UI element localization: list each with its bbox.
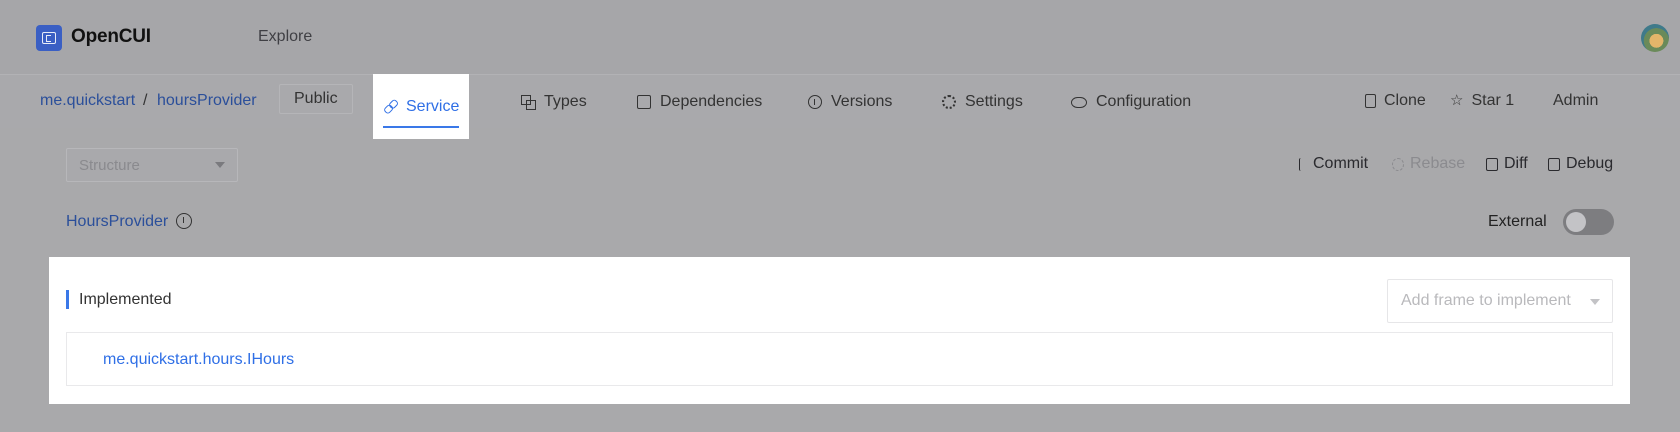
diff-button[interactable]: Diff [1486,155,1528,173]
tab-versions[interactable]: Versions [808,75,892,129]
sync-icon [1392,157,1404,171]
admin-link[interactable]: Admin [1553,92,1598,110]
rebase-label: Rebase [1410,155,1466,172]
star-button[interactable]: ☆ Star 1 [1450,92,1514,110]
info-icon [808,95,822,109]
add-frame-placeholder: Add frame to implement [1401,292,1571,309]
info-icon[interactable] [176,213,192,229]
tab-types[interactable]: Types [521,75,587,129]
tab-settings[interactable]: Settings [942,75,1023,129]
project-nav: me.quickstart / hoursProvider Public Ser… [0,74,1680,139]
clone-button[interactable]: Clone [1365,92,1426,110]
chevron-down-icon [215,162,225,168]
external-label: External [1488,213,1547,230]
diff-label: Diff [1504,155,1528,172]
implemented-frame-link[interactable]: me.quickstart.hours.IHours [103,351,294,369]
star-label: Star 1 [1471,92,1515,109]
breadcrumb-org[interactable]: me.quickstart [40,92,135,110]
tab-configuration[interactable]: Configuration [1071,75,1191,129]
debug-icon [1548,157,1560,171]
service-title[interactable]: HoursProvider [66,213,168,231]
eye-icon [1071,96,1087,108]
explore-link[interactable]: Explore [258,28,312,46]
link-icon [380,97,400,117]
document-icon [637,95,651,109]
implemented-title: Implemented [79,291,172,308]
debug-button[interactable]: Debug [1548,155,1613,173]
gear-icon [942,95,956,109]
user-avatar[interactable] [1641,24,1669,52]
clone-label: Clone [1384,92,1426,109]
opencui-logo-icon[interactable] [36,25,62,51]
structure-select-value: Structure [79,157,140,174]
external-toggle[interactable] [1563,209,1614,235]
visibility-badge: Public [279,84,353,114]
app-name[interactable]: OpenCUI [71,26,151,48]
tab-versions-label: Versions [831,93,893,110]
commit-button[interactable]: Commit [1299,155,1368,173]
tab-configuration-label: Configuration [1096,93,1192,110]
add-frame-select[interactable]: Add frame to implement [1387,279,1613,323]
commit-label: Commit [1313,155,1369,172]
structure-select[interactable]: Structure [66,148,238,182]
tab-dependencies[interactable]: Dependencies [637,75,762,129]
section-accent-bar [66,290,69,309]
top-header: OpenCUI Explore [0,0,1680,74]
list-item: me.quickstart.hours.IHours [66,332,1613,386]
types-icon [521,95,536,110]
branch-icon [1299,157,1307,171]
rebase-button[interactable]: Rebase [1392,155,1465,173]
breadcrumb-separator: / [143,92,148,109]
implemented-panel: Implemented Add frame to implement me.qu… [49,257,1630,404]
debug-label: Debug [1566,155,1614,172]
tab-dependencies-label: Dependencies [660,93,763,110]
tab-settings-label: Settings [965,93,1023,110]
tab-service-label: Service [406,97,460,115]
admin-label: Admin [1553,92,1599,109]
tab-types-label: Types [544,93,587,110]
diff-icon [1486,157,1498,171]
copy-icon [1365,94,1376,108]
star-icon: ☆ [1450,92,1464,109]
toggle-knob [1566,212,1586,232]
breadcrumb-project[interactable]: hoursProvider [157,92,257,110]
tab-service[interactable]: Service [373,74,470,139]
chevron-down-icon [1590,299,1600,305]
